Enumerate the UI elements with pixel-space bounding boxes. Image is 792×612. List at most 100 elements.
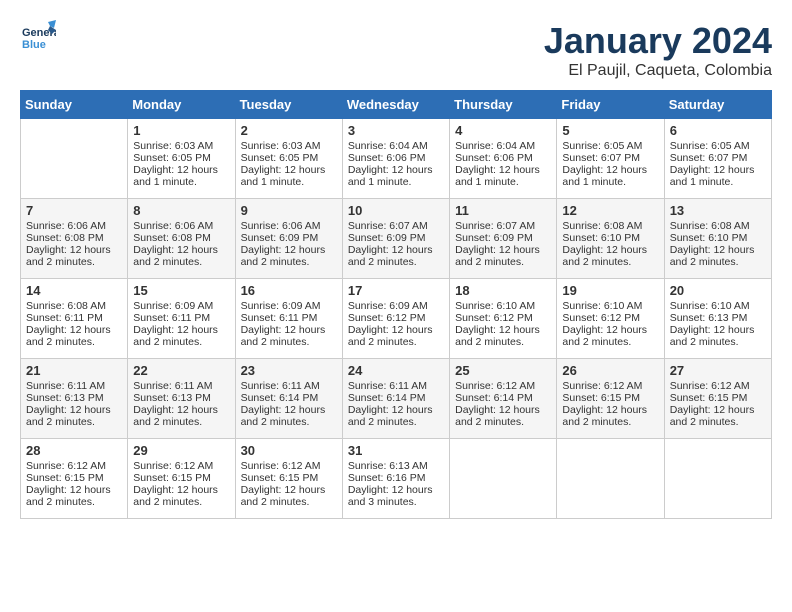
calendar-cell	[664, 439, 771, 519]
header-saturday: Saturday	[664, 91, 771, 119]
day-number: 22	[133, 363, 229, 378]
calendar-cell: 29Sunrise: 6:12 AMSunset: 6:15 PMDayligh…	[128, 439, 235, 519]
calendar-week-row: 14Sunrise: 6:08 AMSunset: 6:11 PMDayligh…	[21, 279, 772, 359]
calendar-week-row: 1Sunrise: 6:03 AMSunset: 6:05 PMDaylight…	[21, 119, 772, 199]
calendar-cell	[450, 439, 557, 519]
header-sunday: Sunday	[21, 91, 128, 119]
sunrise-text: Sunrise: 6:12 AM	[670, 380, 766, 392]
calendar-week-row: 7Sunrise: 6:06 AMSunset: 6:08 PMDaylight…	[21, 199, 772, 279]
calendar-cell: 18Sunrise: 6:10 AMSunset: 6:12 PMDayligh…	[450, 279, 557, 359]
calendar-cell: 5Sunrise: 6:05 AMSunset: 6:07 PMDaylight…	[557, 119, 664, 199]
sunrise-text: Sunrise: 6:03 AM	[241, 140, 337, 152]
sunrise-text: Sunrise: 6:10 AM	[455, 300, 551, 312]
day-number: 21	[26, 363, 122, 378]
day-number: 26	[562, 363, 658, 378]
calendar-cell	[21, 119, 128, 199]
sunrise-text: Sunrise: 6:06 AM	[241, 220, 337, 232]
calendar-cell: 20Sunrise: 6:10 AMSunset: 6:13 PMDayligh…	[664, 279, 771, 359]
sunset-text: Sunset: 6:09 PM	[455, 232, 551, 244]
daylight-text: Daylight: 12 hours and 2 minutes.	[455, 324, 551, 348]
daylight-text: Daylight: 12 hours and 2 minutes.	[670, 404, 766, 428]
sunrise-text: Sunrise: 6:08 AM	[26, 300, 122, 312]
sunset-text: Sunset: 6:15 PM	[670, 392, 766, 404]
sunrise-text: Sunrise: 6:07 AM	[348, 220, 444, 232]
day-number: 4	[455, 123, 551, 138]
logo: General Blue	[20, 20, 56, 56]
day-number: 3	[348, 123, 444, 138]
calendar-cell: 16Sunrise: 6:09 AMSunset: 6:11 PMDayligh…	[235, 279, 342, 359]
calendar-cell: 24Sunrise: 6:11 AMSunset: 6:14 PMDayligh…	[342, 359, 449, 439]
daylight-text: Daylight: 12 hours and 1 minute.	[562, 164, 658, 188]
day-number: 20	[670, 283, 766, 298]
sunrise-text: Sunrise: 6:11 AM	[133, 380, 229, 392]
daylight-text: Daylight: 12 hours and 2 minutes.	[670, 324, 766, 348]
day-number: 10	[348, 203, 444, 218]
header-tuesday: Tuesday	[235, 91, 342, 119]
logo-icon: General Blue	[20, 20, 56, 56]
day-number: 13	[670, 203, 766, 218]
daylight-text: Daylight: 12 hours and 1 minute.	[241, 164, 337, 188]
sunset-text: Sunset: 6:06 PM	[348, 152, 444, 164]
sunset-text: Sunset: 6:13 PM	[26, 392, 122, 404]
sunrise-text: Sunrise: 6:08 AM	[670, 220, 766, 232]
daylight-text: Daylight: 12 hours and 1 minute.	[455, 164, 551, 188]
title-area: January 2024 El Paujil, Caqueta, Colombi…	[544, 20, 772, 80]
sunset-text: Sunset: 6:14 PM	[455, 392, 551, 404]
sunrise-text: Sunrise: 6:06 AM	[133, 220, 229, 232]
sunrise-text: Sunrise: 6:03 AM	[133, 140, 229, 152]
day-number: 1	[133, 123, 229, 138]
day-number: 7	[26, 203, 122, 218]
sunrise-text: Sunrise: 6:05 AM	[670, 140, 766, 152]
calendar-cell: 25Sunrise: 6:12 AMSunset: 6:14 PMDayligh…	[450, 359, 557, 439]
daylight-text: Daylight: 12 hours and 2 minutes.	[26, 244, 122, 268]
sunrise-text: Sunrise: 6:12 AM	[562, 380, 658, 392]
calendar-cell: 11Sunrise: 6:07 AMSunset: 6:09 PMDayligh…	[450, 199, 557, 279]
sunrise-text: Sunrise: 6:11 AM	[241, 380, 337, 392]
sunrise-text: Sunrise: 6:13 AM	[348, 460, 444, 472]
sunset-text: Sunset: 6:10 PM	[670, 232, 766, 244]
calendar-cell: 21Sunrise: 6:11 AMSunset: 6:13 PMDayligh…	[21, 359, 128, 439]
calendar-cell: 12Sunrise: 6:08 AMSunset: 6:10 PMDayligh…	[557, 199, 664, 279]
daylight-text: Daylight: 12 hours and 2 minutes.	[26, 324, 122, 348]
daylight-text: Daylight: 12 hours and 2 minutes.	[455, 244, 551, 268]
day-number: 29	[133, 443, 229, 458]
day-number: 15	[133, 283, 229, 298]
daylight-text: Daylight: 12 hours and 2 minutes.	[562, 244, 658, 268]
day-number: 12	[562, 203, 658, 218]
sunrise-text: Sunrise: 6:11 AM	[348, 380, 444, 392]
sunset-text: Sunset: 6:05 PM	[133, 152, 229, 164]
sunrise-text: Sunrise: 6:09 AM	[348, 300, 444, 312]
day-number: 5	[562, 123, 658, 138]
day-number: 11	[455, 203, 551, 218]
sunset-text: Sunset: 6:07 PM	[670, 152, 766, 164]
daylight-text: Daylight: 12 hours and 1 minute.	[133, 164, 229, 188]
daylight-text: Daylight: 12 hours and 2 minutes.	[562, 324, 658, 348]
calendar-cell: 26Sunrise: 6:12 AMSunset: 6:15 PMDayligh…	[557, 359, 664, 439]
sunset-text: Sunset: 6:13 PM	[133, 392, 229, 404]
calendar-week-row: 21Sunrise: 6:11 AMSunset: 6:13 PMDayligh…	[21, 359, 772, 439]
sunrise-text: Sunrise: 6:04 AM	[348, 140, 444, 152]
day-number: 9	[241, 203, 337, 218]
daylight-text: Daylight: 12 hours and 2 minutes.	[26, 404, 122, 428]
day-number: 28	[26, 443, 122, 458]
daylight-text: Daylight: 12 hours and 2 minutes.	[348, 244, 444, 268]
calendar-week-row: 28Sunrise: 6:12 AMSunset: 6:15 PMDayligh…	[21, 439, 772, 519]
calendar-cell: 6Sunrise: 6:05 AMSunset: 6:07 PMDaylight…	[664, 119, 771, 199]
sunset-text: Sunset: 6:11 PM	[133, 312, 229, 324]
calendar-table: SundayMondayTuesdayWednesdayThursdayFrid…	[20, 90, 772, 519]
daylight-text: Daylight: 12 hours and 2 minutes.	[133, 244, 229, 268]
sunrise-text: Sunrise: 6:06 AM	[26, 220, 122, 232]
calendar-cell	[557, 439, 664, 519]
month-title: January 2024	[544, 20, 772, 62]
sunset-text: Sunset: 6:15 PM	[562, 392, 658, 404]
sunrise-text: Sunrise: 6:10 AM	[562, 300, 658, 312]
sunrise-text: Sunrise: 6:05 AM	[562, 140, 658, 152]
sunset-text: Sunset: 6:09 PM	[241, 232, 337, 244]
calendar-cell: 30Sunrise: 6:12 AMSunset: 6:15 PMDayligh…	[235, 439, 342, 519]
day-number: 24	[348, 363, 444, 378]
daylight-text: Daylight: 12 hours and 2 minutes.	[133, 324, 229, 348]
sunset-text: Sunset: 6:16 PM	[348, 472, 444, 484]
daylight-text: Daylight: 12 hours and 2 minutes.	[26, 484, 122, 508]
daylight-text: Daylight: 12 hours and 2 minutes.	[348, 324, 444, 348]
day-number: 2	[241, 123, 337, 138]
